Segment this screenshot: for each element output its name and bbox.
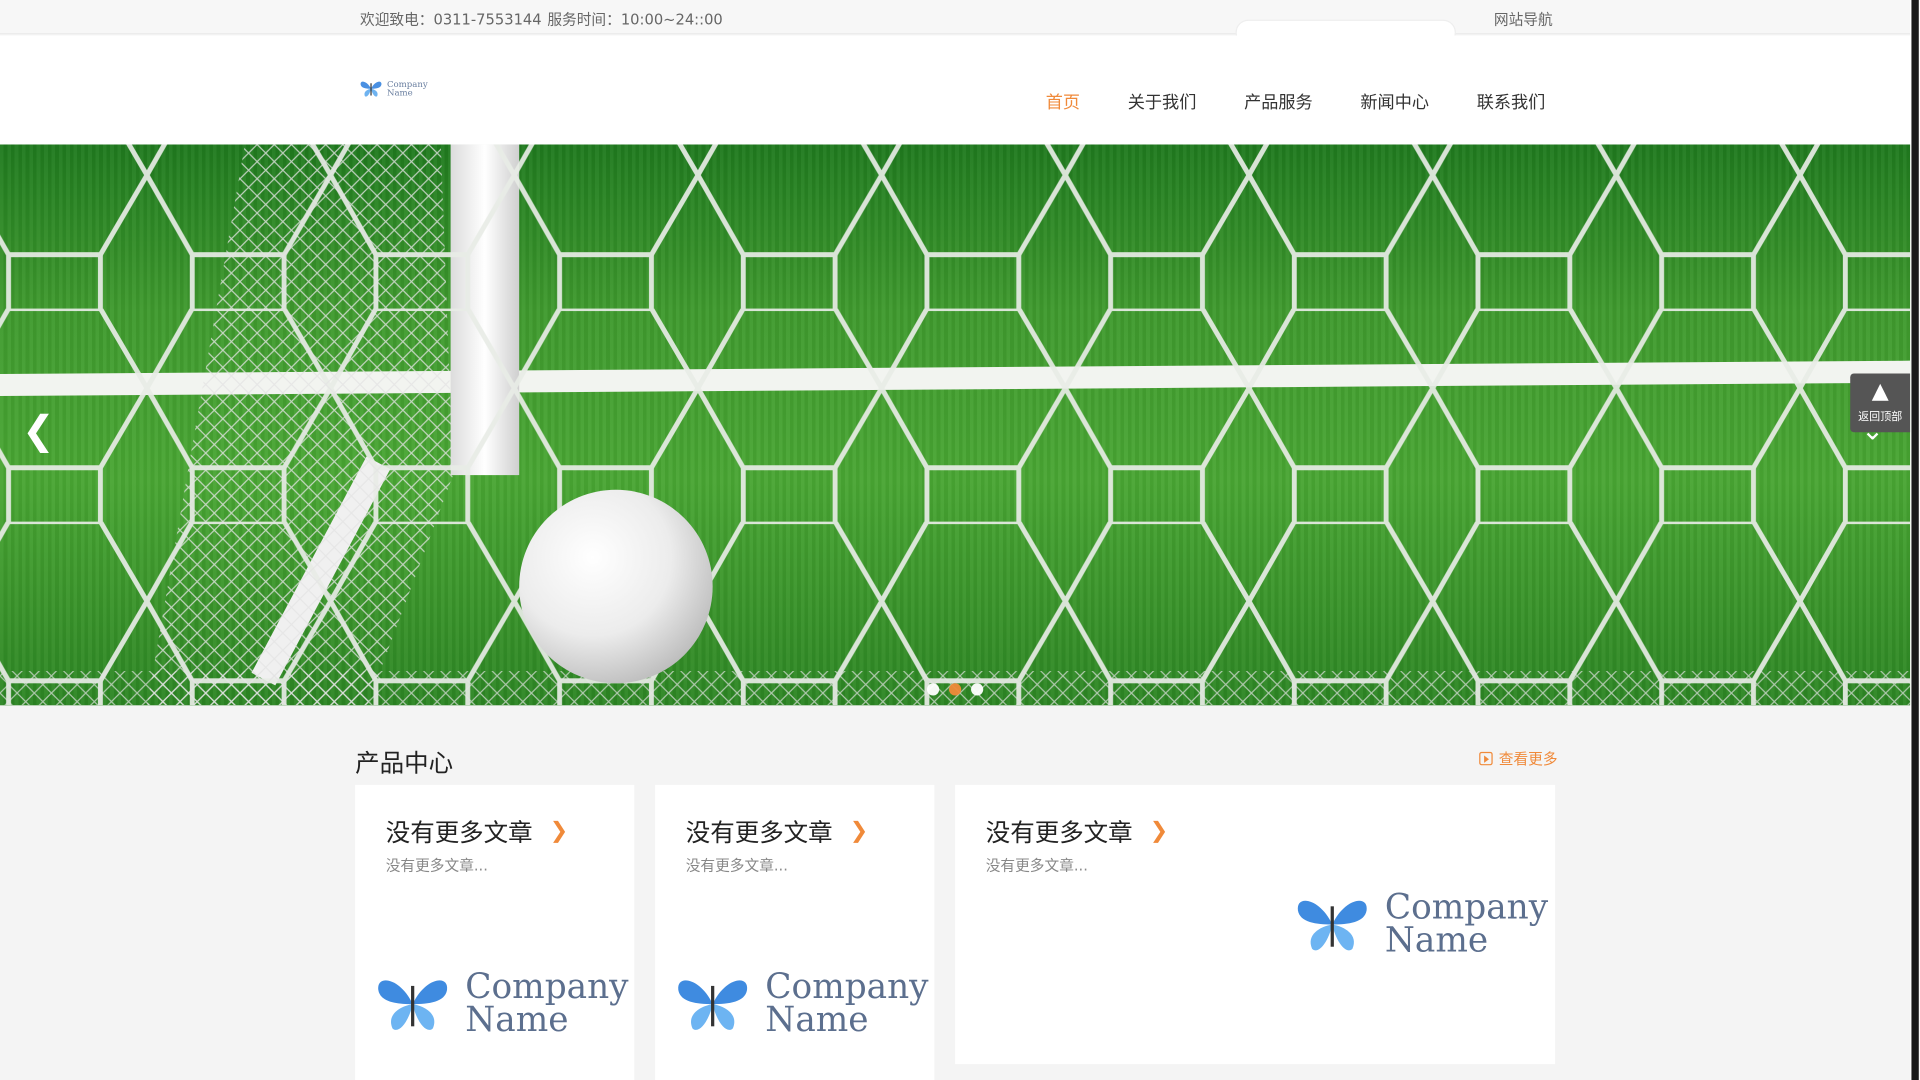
nav-item-news[interactable]: 新闻中心 (1360, 89, 1429, 113)
section-title: 产品中心 (355, 748, 454, 778)
card-logo-text: Company Name (765, 969, 928, 1040)
butterfly-icon (1297, 900, 1367, 950)
logo-text-line2: Name (386, 87, 413, 98)
play-square-icon (1479, 751, 1493, 766)
page: 欢迎致电：0311-7553144 服务时间：10:00~24::00 网站导航… (0, 0, 1920, 1080)
product-card-wide[interactable]: 没有更多文章 ❯ 没有更多文章... Company Name (955, 784, 1556, 1065)
card-description: 没有更多文章... (985, 857, 1088, 875)
chevron-right-icon: ❯ (1149, 817, 1169, 844)
card-description: 没有更多文章... (685, 857, 788, 875)
nav-item-products[interactable]: 产品服务 (1244, 89, 1313, 113)
site-logo[interactable]: Company Name (359, 80, 428, 98)
welcome-phone: 欢迎致电：0311-7553144 (360, 11, 542, 29)
card-logo: Company Name (672, 969, 929, 1040)
view-more-link[interactable]: 查看更多 (1479, 748, 1558, 769)
slider-dots (926, 683, 984, 696)
slider-dot-active[interactable] (948, 683, 962, 696)
back-to-top-button[interactable]: ▲ 返回顶部 (1850, 373, 1911, 433)
card-title-text: 没有更多文章 (385, 817, 533, 848)
logo-text: Company Name (387, 80, 428, 97)
nav-item-contact[interactable]: 联系我们 (1477, 89, 1546, 113)
hero-banner: ❮ ⌄ (0, 144, 1911, 706)
slider-dot[interactable] (971, 683, 984, 696)
view-more-label: 查看更多 (1498, 750, 1558, 768)
rocket-icon: ▲ (1871, 378, 1889, 405)
logo-text-line2: Name (1384, 919, 1489, 960)
product-card[interactable]: 没有更多文章 ❯ 没有更多文章... Company Name (655, 784, 935, 1080)
card-title-text: 没有更多文章 (985, 817, 1133, 848)
card-title-text: 没有更多文章 (685, 817, 833, 848)
service-hours: 服务时间：10:00~24::00 (547, 11, 723, 29)
slider-prev-icon[interactable]: ❮ (22, 407, 55, 454)
header: Company Name 首页 关于我们 产品服务 新闻中心 联系我们 (0, 35, 1911, 145)
banner-soccer-ball (519, 489, 713, 684)
card-logo-text: Company Name (1384, 890, 1548, 960)
butterfly-icon (360, 81, 382, 97)
card-title: 没有更多文章 ❯ (686, 813, 869, 849)
chevron-right-icon: ❯ (549, 817, 569, 844)
logo-text-line2: Name (465, 998, 569, 1040)
card-logo-text: Company Name (465, 969, 628, 1040)
top-bar: 欢迎致电：0311-7553144 服务时间：10:00~24::00 网站导航 (0, 0, 1911, 46)
banner-goal-net (0, 144, 1911, 706)
chevron-right-icon: ❯ (849, 817, 869, 844)
nav-item-about[interactable]: 关于我们 (1128, 89, 1197, 113)
product-card[interactable]: 没有更多文章 ❯ 没有更多文章... Company Name (355, 784, 635, 1080)
back-to-top-label: 返回顶部 (1858, 411, 1903, 424)
logo-text-line2: Name (765, 998, 869, 1040)
page-scrollbar[interactable] (1910, 0, 1920, 1080)
nav-item-home[interactable]: 首页 (1046, 89, 1080, 113)
card-logo: Company Name (1292, 890, 1548, 960)
card-title: 没有更多文章 ❯ (986, 813, 1169, 849)
card-title: 没有更多文章 ❯ (386, 813, 569, 849)
main-nav: 首页 关于我们 产品服务 新闻中心 联系我们 (1046, 89, 1593, 113)
site-nav-link[interactable]: 网站导航 (1494, 9, 1553, 30)
butterfly-icon (378, 979, 448, 1030)
card-description: 没有更多文章... (385, 857, 488, 875)
scrollbar-thumb[interactable] (1911, 0, 1919, 1080)
butterfly-icon (678, 979, 748, 1030)
slider-dot[interactable] (926, 683, 940, 696)
card-logo: Company Name (372, 969, 629, 1040)
